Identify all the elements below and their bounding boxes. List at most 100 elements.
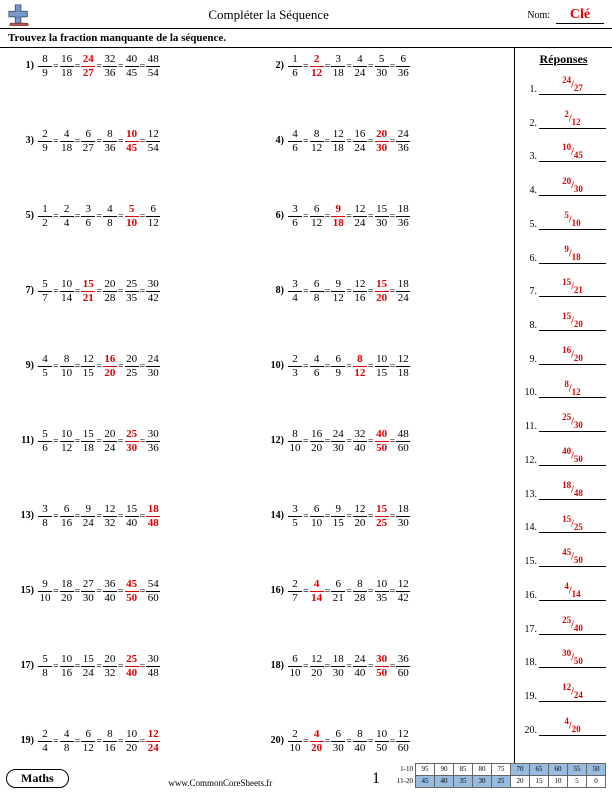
- numerator: 36: [103, 579, 117, 590]
- fraction: 616: [60, 504, 74, 529]
- fraction: 424: [353, 54, 367, 79]
- numerator: 8: [38, 54, 52, 65]
- fraction: 5460: [146, 579, 160, 604]
- denominator: 8: [38, 668, 52, 679]
- denominator: 40: [103, 593, 117, 604]
- denominator: 10: [310, 518, 324, 529]
- equals-sign: =: [52, 586, 60, 597]
- fraction: 46: [288, 129, 302, 154]
- equals-sign: =: [95, 661, 103, 672]
- denominator: 2: [38, 218, 52, 229]
- equals-sign: =: [117, 661, 125, 672]
- numerator: 8: [103, 129, 117, 140]
- fraction-answer: 3050: [375, 654, 389, 679]
- numerator: 15: [375, 504, 389, 515]
- problem: 17)58=1016=1524=2032=2540=3048: [10, 654, 260, 679]
- equals-sign: =: [302, 586, 310, 597]
- problem-row: 1)89=1618=2427=3236=4045=48542)16=212=31…: [10, 54, 510, 79]
- numerator: 9: [38, 579, 52, 590]
- score-cell: 15: [530, 776, 549, 788]
- fraction-sequence: 29=418=627=836=1045=1254: [38, 129, 160, 154]
- fraction: 1035: [375, 579, 389, 604]
- fraction: 24: [38, 729, 52, 754]
- denominator: 40: [125, 668, 139, 679]
- fraction: 12: [38, 204, 52, 229]
- denominator: 30: [375, 143, 389, 154]
- equals-sign: =: [389, 511, 397, 522]
- numerator: 2: [38, 729, 52, 740]
- denominator: 24: [353, 68, 367, 79]
- fraction: 45: [38, 354, 52, 379]
- numerator: 10: [375, 729, 389, 740]
- fraction: 24: [60, 204, 74, 229]
- fraction-sequence: 24=48=612=816=1020=1224: [38, 729, 160, 754]
- numerator: 12: [146, 129, 160, 140]
- answer-number: 11.: [521, 421, 539, 432]
- denominator: 24: [396, 293, 410, 304]
- equals-sign: =: [74, 61, 82, 72]
- equals-sign: =: [74, 511, 82, 522]
- problem: 18)610=1220=1830=2440=3050=3660: [260, 654, 510, 679]
- answers-list: 1.24/272.2/123.10/454.20/305.5/106.9/187…: [521, 75, 606, 750]
- answer-value: 12/24: [539, 682, 606, 702]
- fraction: 621: [331, 579, 345, 604]
- problem-number: 12): [260, 429, 288, 446]
- fraction: 1242: [396, 579, 410, 604]
- fraction: 3042: [146, 279, 160, 304]
- answer-row: 2.2/12: [521, 109, 606, 129]
- fraction: 1014: [60, 279, 74, 304]
- answer-row: 8.15/20: [521, 311, 606, 331]
- problem-row: 9)45=810=1215=1620=2025=243010)23=46=69=…: [10, 354, 510, 379]
- numerator: 6: [310, 279, 324, 290]
- problem-number: 17): [10, 654, 38, 671]
- fraction: 1220: [310, 654, 324, 679]
- answer-value: 45/50: [539, 547, 606, 567]
- numerator: 2: [60, 204, 74, 215]
- numerator: 4: [103, 204, 117, 215]
- denominator: 6: [38, 443, 52, 454]
- fraction-answer: 812: [353, 354, 367, 379]
- denominator: 60: [396, 443, 410, 454]
- problem-number: 19): [10, 729, 38, 746]
- fraction: 29: [38, 129, 52, 154]
- equals-sign: =: [52, 286, 60, 297]
- equals-sign: =: [95, 736, 103, 747]
- denominator: 9: [38, 68, 52, 79]
- equals-sign: =: [52, 136, 60, 147]
- answer-number: 6.: [521, 253, 539, 264]
- fraction: 2032: [103, 654, 117, 679]
- fraction: 1012: [60, 429, 74, 454]
- equals-sign: =: [367, 436, 375, 447]
- answer-number: 7.: [521, 286, 539, 297]
- fraction-answer: 918: [331, 204, 345, 229]
- numerator: 32: [353, 429, 367, 440]
- denominator: 18: [331, 143, 345, 154]
- fraction: 810: [60, 354, 74, 379]
- fraction-sequence: 610=1220=1830=2440=3050=3660: [288, 654, 410, 679]
- equals-sign: =: [52, 436, 60, 447]
- equals-sign: =: [324, 436, 332, 447]
- denominator: 10: [288, 668, 302, 679]
- denominator: 6: [310, 368, 324, 379]
- fraction: 57: [38, 279, 52, 304]
- problem: 19)24=48=612=816=1020=1224: [10, 729, 260, 754]
- denominator: 6: [288, 143, 302, 154]
- equals-sign: =: [74, 361, 82, 372]
- fraction-sequence: 46=812=1218=1624=2030=2436: [288, 129, 410, 154]
- fraction-sequence: 45=810=1215=1620=2025=2430: [38, 354, 160, 379]
- answer-row: 6.9/18: [521, 244, 606, 264]
- fraction: 36: [81, 204, 95, 229]
- problem: 14)35=610=915=1220=1525=1830: [260, 504, 510, 529]
- equals-sign: =: [324, 286, 332, 297]
- answer-row: 17.25/40: [521, 615, 606, 635]
- equals-sign: =: [95, 211, 103, 222]
- denominator: 4: [38, 743, 52, 754]
- denominator: 20: [125, 743, 139, 754]
- denominator: 8: [310, 293, 324, 304]
- answer-value: 2/12: [539, 109, 606, 129]
- numerator: 30: [146, 654, 160, 665]
- fraction-answer: 4550: [125, 579, 139, 604]
- score-cell: 10: [549, 776, 568, 788]
- score-cell: 50: [587, 764, 606, 776]
- equals-sign: =: [324, 586, 332, 597]
